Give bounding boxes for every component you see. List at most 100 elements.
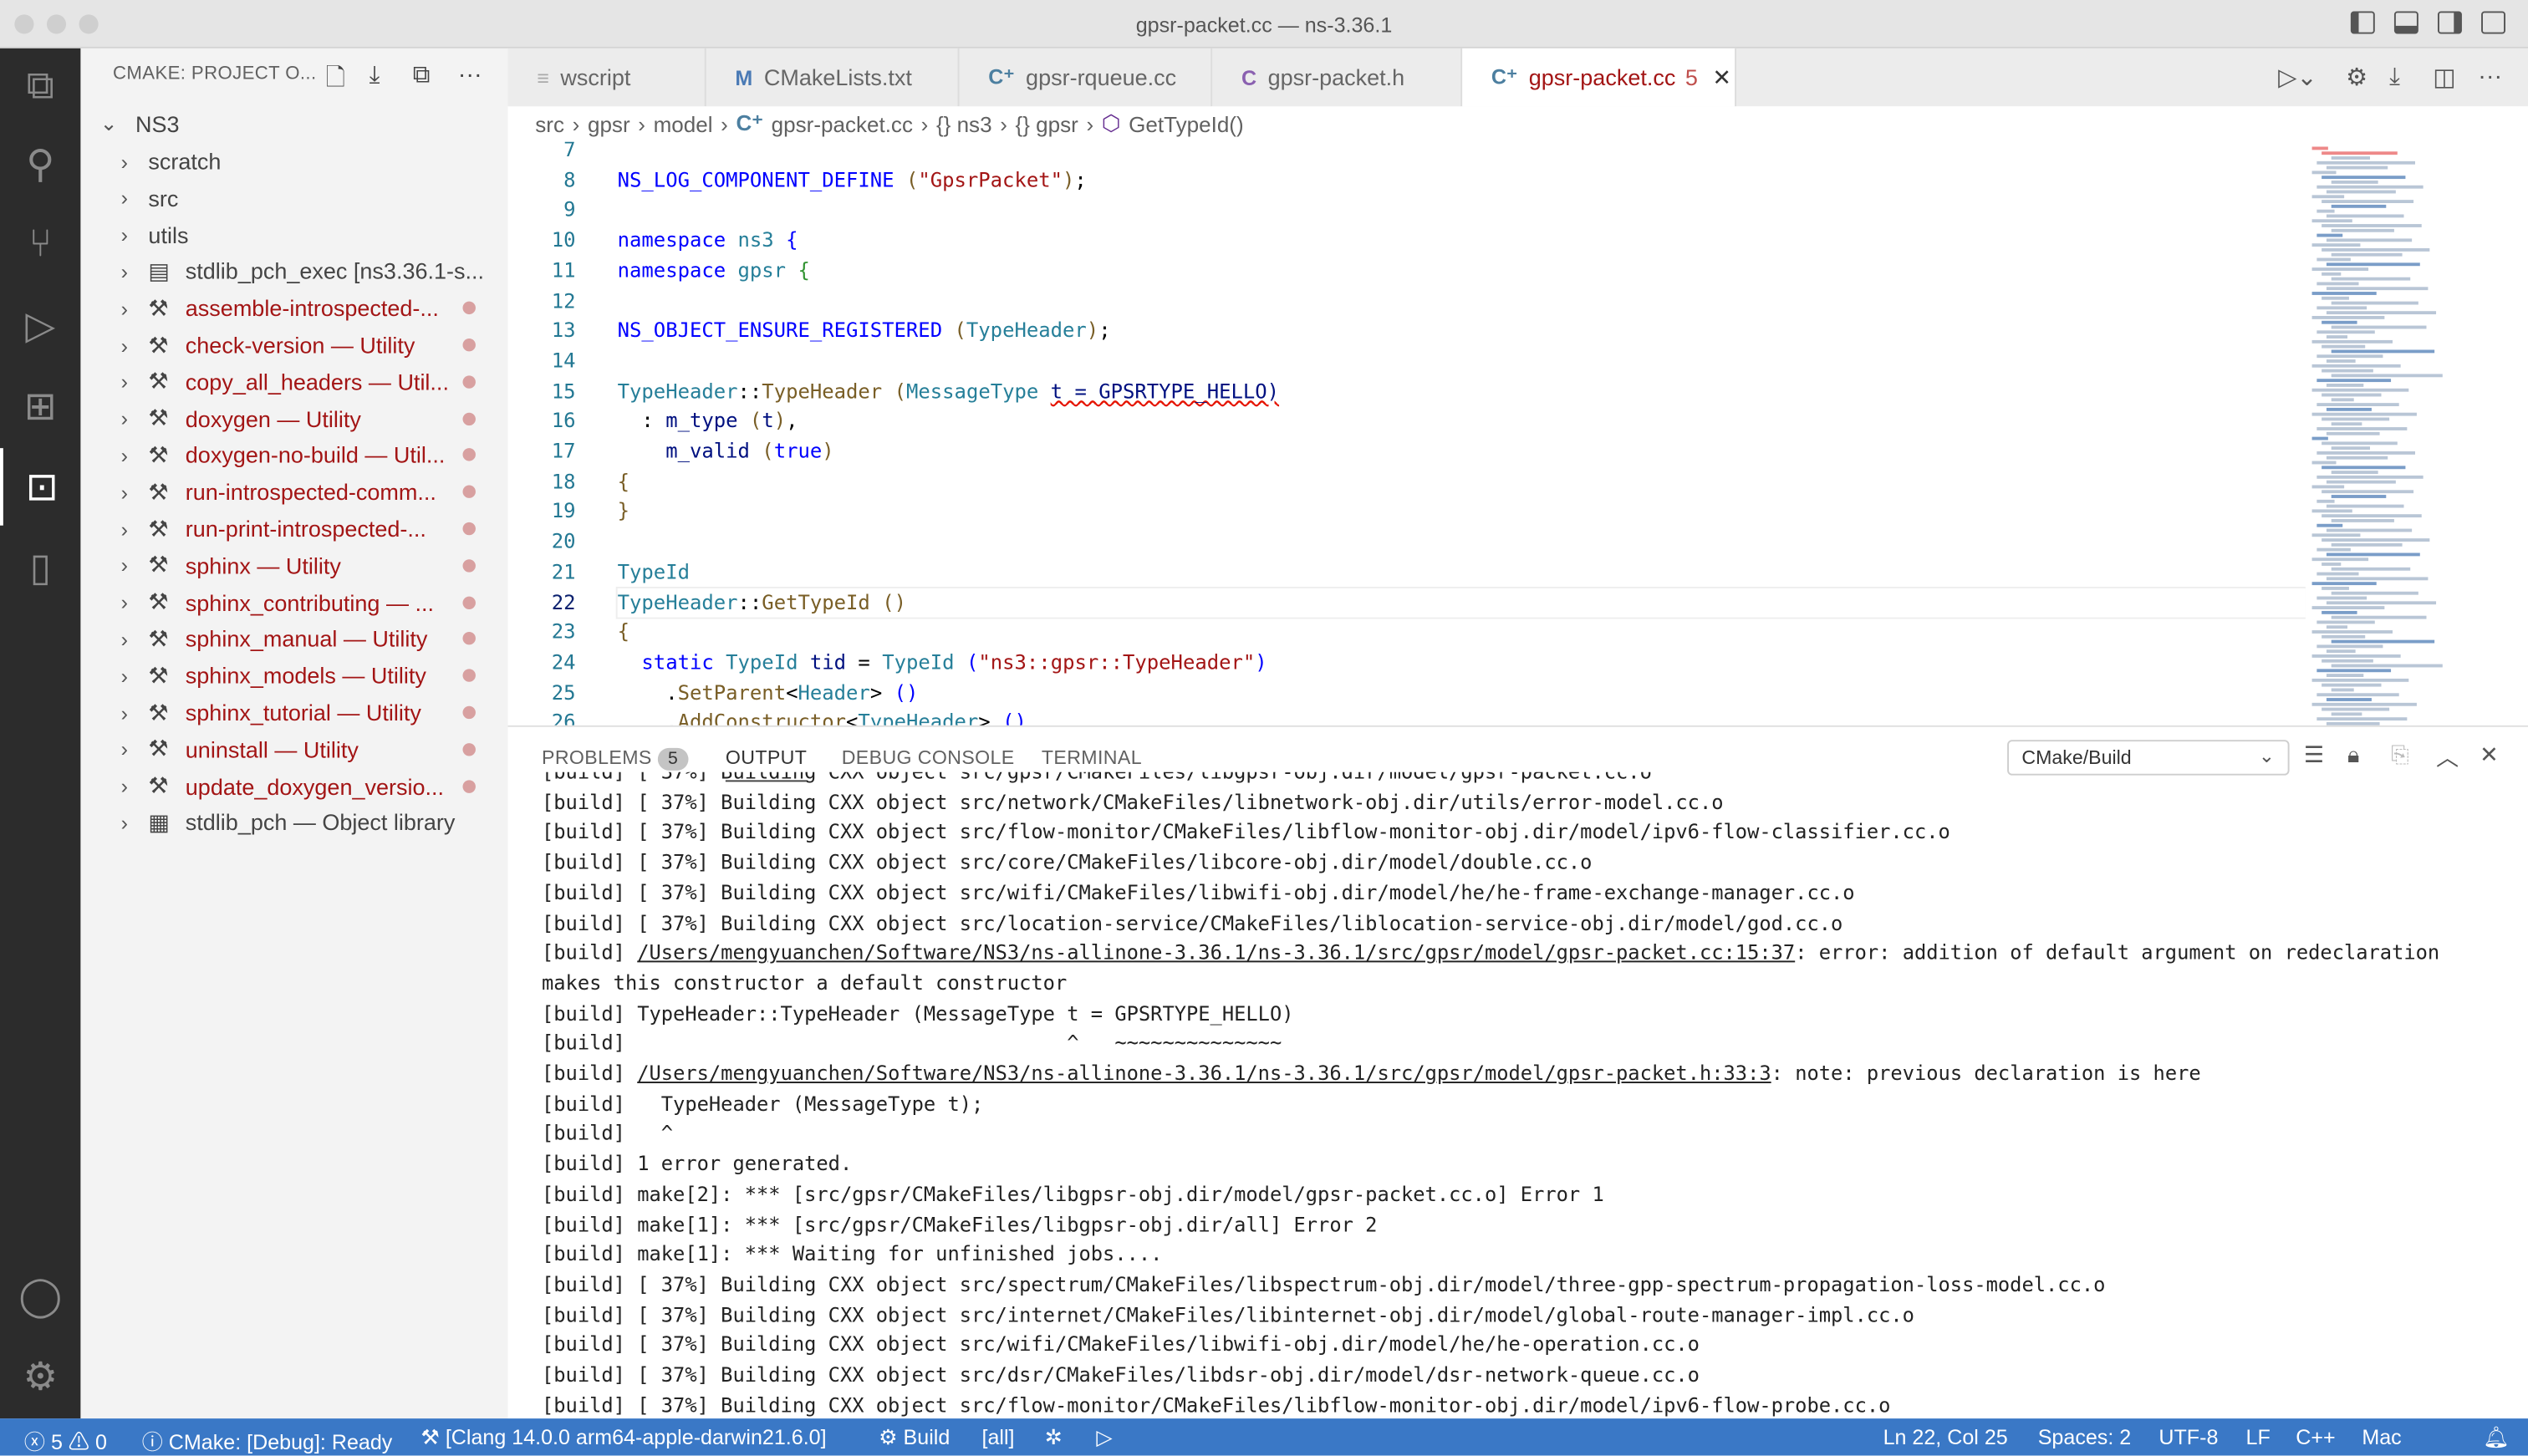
build-all-icon[interactable]: ⤓ [370,61,380,89]
output-log[interactable]: [build] [ 37%] Building CXX object src/g… [542,772,2500,1420]
breadcrumb-item[interactable]: src [535,112,564,136]
minimap-line [2326,165,2388,169]
code-token: ) [1086,318,1099,343]
tree-item[interactable]: › ▤ stdlib_pch_exec [ns3.36.1-s... [80,254,507,289]
problems-status[interactable]: ⓧ 5 ⚠ 0 [24,1425,107,1456]
source-control-icon[interactable]: ⑂ [0,206,80,284]
tab-problems[interactable]: PROBLEMS 5 [542,746,688,771]
more-actions-icon[interactable]: ··· [458,61,482,89]
minimap-line [2326,311,2437,314]
run-icon[interactable]: ▷ [1096,1425,1112,1451]
tree-item[interactable]: › ⚒ copy_all_headers — Util... [80,364,507,399]
explorer-icon[interactable]: ⧉ [0,48,80,126]
open-log-icon[interactable]: ⎘ [2391,741,2409,769]
minimap-line [2322,272,2342,275]
code-token: namespace [617,227,726,252]
output-line: makes this constructor a default constru… [542,969,1067,999]
os-indicator[interactable]: Mac [2362,1425,2401,1449]
toggle-sidebar-icon[interactable] [2350,11,2375,34]
chevron-right-icon: › [120,222,129,247]
tree-item[interactable]: › ⚒ run-introspected-comm... [80,474,507,509]
close-tab-icon[interactable]: ✕ [1712,64,1731,91]
tree-item[interactable]: › scratch [80,144,507,179]
line-number: 8 [563,166,576,191]
toggle-panel-icon[interactable] [2393,11,2418,34]
tree-item[interactable]: › src [80,181,507,216]
testing-icon[interactable]: ▯ [0,529,80,607]
tab-cmakelists[interactable]: M CMakeLists.txt [706,48,960,107]
tree-item[interactable]: › ⚒ run-print-introspected-... [80,511,507,546]
file-link[interactable]: /Users/mengyuanchen/Software/NS3/ns-alli… [637,942,1795,965]
run-debug-icon[interactable]: ▷ [0,287,80,364]
customize-layout-icon[interactable] [2481,11,2505,34]
split-editor-icon[interactable]: ◫ [2433,63,2455,92]
build-button[interactable]: ⚙ Build [879,1425,950,1451]
breadcrumb-item[interactable]: gpsr-packet.cc [772,112,913,136]
search-icon[interactable]: ⚲ [0,125,80,203]
tree-item[interactable]: › ⚒ sphinx_tutorial — Utility [80,695,507,730]
configure-icon[interactable]: 🗋 [326,61,345,101]
toggle-secondary-sidebar-icon[interactable] [2437,11,2462,34]
tree-item-label: run-introspected-comm... [185,479,436,506]
build-icon[interactable]: ⤓ [2389,63,2400,90]
tab-gpsr-packet-h[interactable]: Cgpsr-packet.h [1212,48,1463,107]
clear-output-icon[interactable]: ☰ [2304,741,2324,769]
close-panel-icon[interactable]: ✕ [2480,741,2499,769]
file-link[interactable]: /Users/mengyuanchen/Software/NS3/ns-alli… [637,1062,1771,1085]
code-editor[interactable]: 7 8 NS_LOG_COMPONENT_DEFINE ("GpsrPacket")… [507,141,2528,725]
minimap-line [2331,204,2387,207]
indentation[interactable]: Spaces: 2 [2038,1425,2132,1449]
breadcrumb-item[interactable]: gpsr [588,112,630,136]
tree-item[interactable]: › ⚒ assemble-introspected-... [80,291,507,326]
more-actions-icon[interactable]: ··· [2478,63,2502,90]
breadcrumb-item[interactable]: {} ns3 [936,112,992,136]
tree-item[interactable]: › ▦ stdlib_pch — Object library [80,805,507,840]
tree-item[interactable]: › ⚒ uninstall — Utility [80,731,507,766]
breadcrumb-item[interactable]: GetTypeId() [1129,112,1243,136]
code-token: true [773,438,823,463]
output-channel-select[interactable]: CMake/Build ⌄ [2007,740,2290,776]
language-mode[interactable]: C++ [2296,1425,2335,1449]
tab-wscript[interactable]: ≡ wscript [507,48,706,107]
minimap-line [2326,528,2413,532]
tab-terminal[interactable]: TERMINAL [1042,746,1142,769]
breadcrumb-item[interactable]: {} gpsr [1016,112,1078,136]
tree-item[interactable]: › ⚒ sphinx_contributing — ... [80,584,507,619]
settings-gear-icon[interactable]: ⚙ [0,1338,80,1416]
extensions-icon[interactable]: ⊞ [0,368,80,445]
tab-gpsr-packet-cc[interactable]: C⁺ gpsr-packet.cc 5 ✕ [1462,48,1737,107]
cursor-position[interactable]: Ln 22, Col 25 [1883,1425,2008,1449]
tab-debug-console[interactable]: DEBUG CONSOLE [842,746,1015,769]
cmake-status[interactable]: ⓘ CMake: [Debug]: Ready [142,1425,393,1456]
cmake-kit[interactable]: ⚒ [Clang 14.0.0 arm64-apple-darwin21.6.0… [420,1425,826,1451]
maximize-panel-icon[interactable]: ︿ [2436,741,2459,774]
tree-item[interactable]: › ⚒ update_doxygen_versio... [80,768,507,803]
run-icon[interactable]: ▷⌄ [2278,63,2316,92]
tree-root-ns3[interactable]: ⌄ NS3 [80,106,507,141]
encoding[interactable]: UTF-8 [2158,1425,2218,1449]
breadcrumb-item[interactable]: model [654,112,713,136]
tree-item[interactable]: › ⚒ sphinx — Utility [80,547,507,583]
lock-scroll-icon[interactable]: 🔒︎ [2347,741,2359,769]
tree-item[interactable]: › ⚒ check-version — Utility [80,327,507,362]
line-number: 20 [551,528,576,553]
settings-gear-icon[interactable]: ⚙ [2346,63,2367,92]
tree-item[interactable]: › ⚒ sphinx_manual — Utility [80,621,507,656]
minimap-line [2311,146,2328,150]
build-target[interactable]: [all] [981,1425,1014,1449]
minimap[interactable] [2305,141,2507,725]
tree-item[interactable]: › ⚒ doxygen — Utility [80,400,507,435]
end-of-line[interactable]: LF [2245,1425,2270,1449]
account-icon[interactable]: ◯ [0,1257,80,1335]
tab-gpsr-rqueue[interactable]: C⁺ gpsr-rqueue.cc [959,48,1213,107]
chevron-right-icon: › [120,810,129,835]
tree-item[interactable]: › utils [80,217,507,252]
minimap-line [2322,683,2382,686]
collapse-all-icon[interactable]: ⧉ [413,61,431,89]
notifications-icon[interactable]: 🔔︎ [2483,1425,2510,1451]
cmake-icon[interactable]: ⊡ [0,448,80,526]
debug-icon[interactable]: ✲ [1045,1425,1063,1451]
tree-item[interactable]: › ⚒ doxygen-no-build — Util... [80,437,507,472]
tree-item[interactable]: › ⚒ sphinx_models — Utility [80,658,507,693]
